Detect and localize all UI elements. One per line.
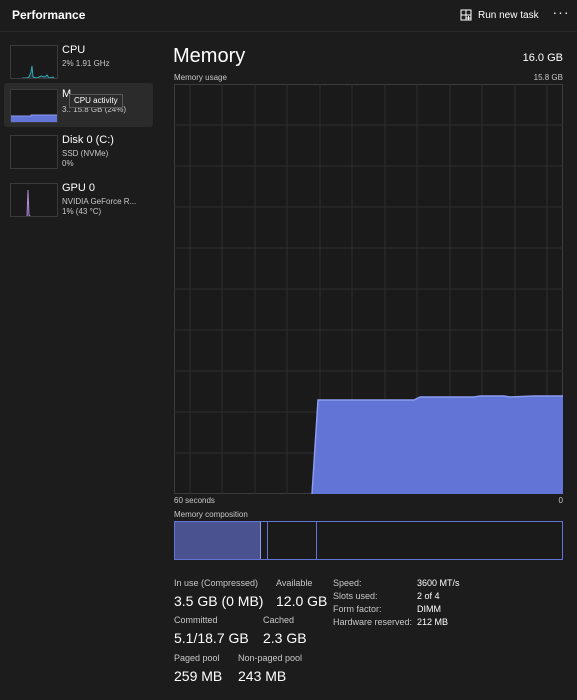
committed-value: 5.1/18.7 GB [174, 630, 249, 646]
sidebar-item-detail: SSD (NVMe) [62, 149, 109, 158]
cached-label: Cached [263, 615, 295, 625]
available-value: 12.0 GB [276, 593, 328, 609]
form-factor-value: DIMM [417, 604, 441, 614]
sidebar-item-cpu[interactable]: CPU 2% 1.91 GHz [4, 39, 153, 83]
memory-composition-bar [174, 521, 563, 560]
sidebar-item-detail: 2% 1.91 GHz [62, 59, 110, 68]
memory-panel: Memory 16.0 GB Memory usage 15.8 GB 60 s… [160, 33, 577, 700]
memory-usage-label: Memory usage [174, 73, 227, 82]
form-factor-label: Form factor: [333, 604, 382, 614]
sidebar-item-label: GPU 0 [62, 182, 96, 194]
memory-usage-max: 15.8 GB [533, 73, 563, 82]
more-options-icon[interactable]: ··· [552, 5, 570, 23]
paged-pool-label: Paged pool [174, 653, 220, 663]
page-title: Memory [173, 45, 246, 67]
graph-time-end: 0 [558, 496, 563, 505]
title-bar: Performance Run new task ··· [0, 0, 577, 32]
cpu-activity-tooltip: CPU activity [69, 94, 123, 108]
hardware-reserved-label: Hardware reserved: [333, 617, 413, 627]
slots-used-label: Slots used: [333, 591, 378, 601]
cpu-thumbnail-graph [10, 45, 58, 79]
memory-thumbnail-graph [10, 89, 58, 123]
sidebar-item-gpu[interactable]: GPU 0 NVIDIA GeForce R... 1% (43 °C) [4, 177, 153, 221]
total-memory: 16.0 GB [522, 52, 563, 64]
sidebar-item-label: Disk 0 (C:) [62, 134, 114, 146]
graph-time-span: 60 seconds [174, 496, 215, 505]
resource-sidebar: CPU 2% 1.91 GHz M 3.. 15.8 GB (24%) Disk… [0, 33, 160, 700]
cached-value: 2.3 GB [263, 630, 307, 646]
in-use-value: 3.5 GB (0 MB) [174, 593, 264, 609]
in-use-label: In use (Compressed) [174, 578, 259, 588]
available-label: Available [276, 578, 313, 588]
speed-value: 3600 MT/s [417, 578, 460, 588]
hardware-reserved-value: 212 MB [417, 617, 449, 627]
slots-used-value: 2 of 4 [417, 591, 440, 601]
memory-usage-graph [174, 84, 563, 495]
sidebar-item-disk[interactable]: Disk 0 (C:) SSD (NVMe) 0% [4, 129, 153, 173]
run-task-icon [460, 9, 472, 21]
run-new-task-button[interactable]: Run new task [460, 6, 539, 24]
disk-thumbnail-graph [10, 135, 58, 169]
non-paged-pool-label: Non-paged pool [238, 653, 303, 663]
paged-pool-value: 259 MB [174, 668, 223, 684]
run-new-task-label: Run new task [478, 9, 539, 21]
page-header-title: Performance [12, 8, 86, 22]
sidebar-item-label: CPU [62, 44, 86, 56]
gpu-thumbnail-graph [10, 183, 58, 217]
sidebar-item-detail: 0% [62, 159, 74, 168]
committed-label: Committed [174, 615, 218, 625]
speed-label: Speed: [333, 578, 362, 588]
sidebar-item-detail: NVIDIA GeForce R... [62, 197, 137, 206]
sidebar-item-detail: 1% (43 °C) [62, 207, 102, 216]
memory-composition-label: Memory composition [174, 510, 248, 519]
non-paged-pool-value: 243 MB [238, 668, 287, 684]
